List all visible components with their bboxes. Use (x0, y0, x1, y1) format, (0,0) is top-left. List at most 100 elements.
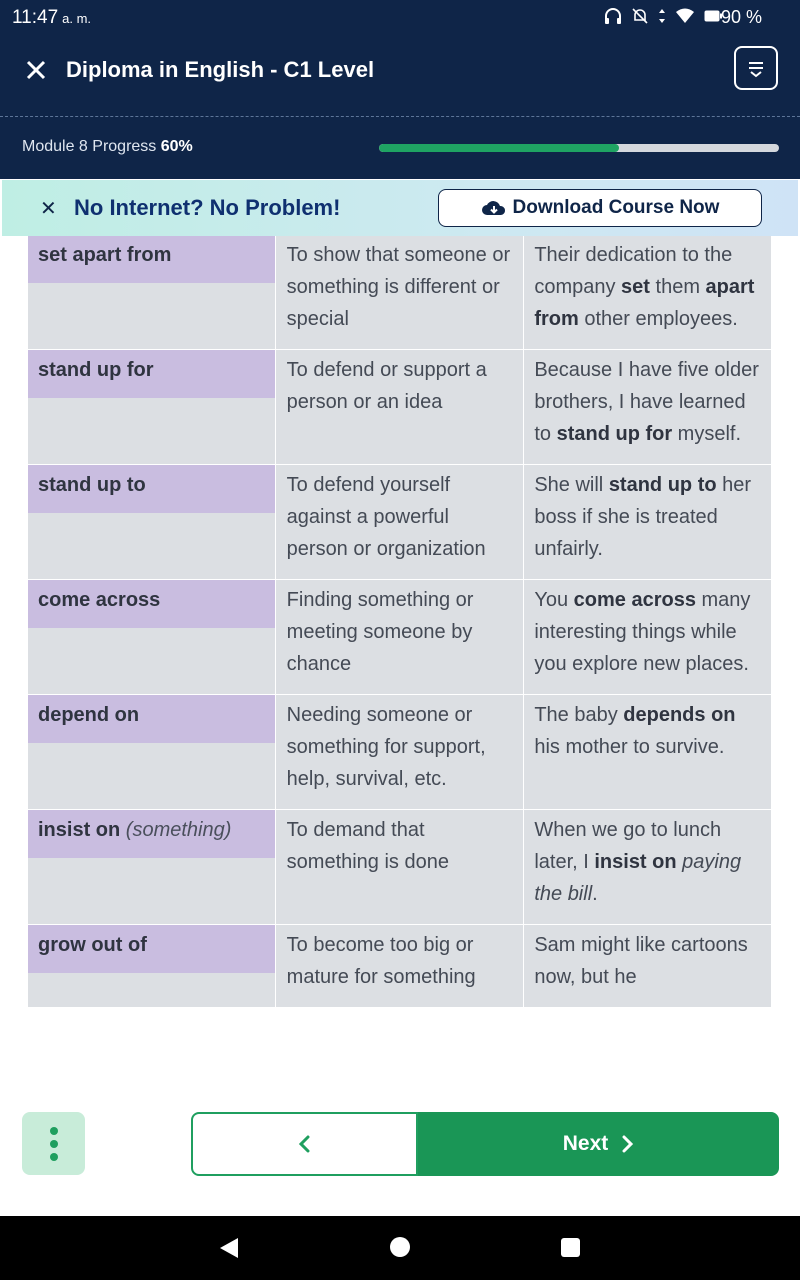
banner-close-icon[interactable]: ✕ (40, 196, 57, 221)
phrase-cell: set apart from (27, 236, 276, 350)
table-body: set apart from To show that someone or so… (27, 236, 772, 1008)
example-text: You (534, 589, 574, 611)
more-dot (49, 1152, 58, 1161)
example-cell: Because I have five older brothers, I ha… (523, 349, 772, 465)
table-row: stand up for To defend or support a perso… (27, 349, 772, 465)
notifications-off-icon (632, 8, 648, 24)
example-highlight: set (621, 276, 650, 298)
progress-value: 60% (160, 138, 193, 155)
phrase-cell: come across (27, 579, 276, 695)
meaning-cell: To demand that something is done (274, 809, 525, 925)
example-text: other employees. (578, 308, 738, 330)
module-progress-fill (379, 144, 619, 152)
example-cell: The baby depends on his mother to surviv… (523, 694, 772, 810)
phrasal-verbs-table: set apart from To show that someone or so… (27, 236, 772, 1008)
page-title: Diploma in English - C1 Level (66, 57, 375, 82)
phrase-term-text: come across (38, 589, 161, 611)
example-text: them (649, 276, 706, 298)
download-course-button[interactable]: Download Course Now (438, 189, 762, 227)
phrase-term: stand up to (28, 465, 275, 513)
offline-banner: ✕ No Internet? No Problem! Download Cour… (2, 180, 798, 236)
wifi-icon (676, 8, 694, 23)
module-progress-label: Module 8 Progress 60% (22, 138, 193, 156)
module-progress-bar (379, 144, 779, 152)
progress-label-text: Module 8 Progress (22, 138, 157, 155)
phrase-cell: depend on (27, 694, 276, 810)
course-menu-button[interactable] (734, 46, 778, 90)
chevron-right-icon (622, 1135, 634, 1153)
clock-ampm: a. m. (62, 11, 92, 26)
phrase-cell: stand up to (27, 464, 276, 580)
table-row: depend on Needing someone or something fo… (27, 694, 772, 810)
table-row: set apart from To show that someone or so… (27, 236, 772, 350)
meaning-cell: To become too big or mature for somethin… (274, 924, 525, 1008)
home-icon[interactable] (390, 1237, 410, 1257)
meaning-cell: Needing someone or something for support… (274, 694, 525, 810)
course-header: Diploma in English - C1 Level Module 8 P… (0, 34, 800, 179)
header-divider (0, 116, 800, 117)
more-dot (49, 1139, 58, 1148)
example-text: his mother to survive. (534, 736, 725, 758)
meaning-cell: Finding something or meeting someone by … (274, 579, 525, 695)
example-cell: Their dedication to the company set them… (523, 236, 772, 350)
phrase-term: come across (28, 580, 275, 628)
previous-button[interactable] (191, 1112, 418, 1176)
table-row: stand up to To defend yourself against a … (27, 464, 772, 580)
status-icons (604, 7, 722, 25)
example-highlight: depends on (623, 704, 736, 726)
example-highlight: stand up to (608, 474, 717, 496)
phrase-term: insist on (something) (28, 810, 275, 858)
banner-text: No Internet? No Problem! (74, 195, 341, 220)
status-bar: 11:47 a. m. 90 % (0, 0, 800, 34)
example-text: Sam might like cartoons now, but he (534, 934, 748, 988)
more-options-button[interactable] (22, 1112, 85, 1175)
clock-time: 11:47 (12, 7, 59, 28)
lesson-content[interactable]: set apart from To show that someone or so… (0, 236, 800, 1092)
data-arrows-icon (659, 9, 665, 23)
lesson-navigation: Next (0, 1092, 800, 1216)
phrase-term: grow out of (28, 925, 275, 973)
phrase-term-text: stand up to (38, 474, 146, 496)
example-cell: You come across many interesting things … (523, 579, 772, 695)
meaning-cell: To defend or support a person or an idea (274, 349, 525, 465)
phrase-term: stand up for (28, 350, 275, 398)
phrase-term-text: stand up for (38, 359, 154, 381)
example-text: . (592, 883, 598, 905)
back-icon[interactable] (218, 1237, 240, 1259)
meaning-cell: To show that someone or something is dif… (274, 236, 525, 350)
menu-icon (749, 62, 763, 78)
system-nav-bar (0, 1216, 800, 1280)
example-cell: She will stand up to her boss if she is … (523, 464, 772, 580)
close-button[interactable] (22, 56, 50, 84)
example-highlight: stand up for (556, 423, 673, 445)
example-cell: When we go to lunch later, I insist on p… (523, 809, 772, 925)
phrase-cell: grow out of (27, 924, 276, 1008)
phrase-term-text: depend on (38, 704, 140, 726)
example-text: The baby (534, 704, 624, 726)
headphones-icon (605, 8, 621, 24)
battery-icon (704, 10, 722, 22)
close-icon (26, 60, 46, 80)
example-highlight: come across (573, 589, 696, 611)
battery-level: 90 % (720, 7, 762, 27)
table-row: insist on (something) To demand that some… (27, 809, 772, 925)
table-row: come across Finding something or meeting … (27, 579, 772, 695)
example-text: She will (534, 474, 609, 496)
more-vertical-icon (49, 1126, 58, 1135)
example-text: myself. (672, 423, 742, 445)
chevron-left-icon (298, 1135, 309, 1153)
next-button[interactable]: Next (418, 1112, 779, 1176)
status-time: 11:47 a. m. (12, 7, 91, 29)
phrase-term: depend on (28, 695, 275, 743)
phrase-term-note: (something) (125, 819, 232, 841)
example-cell: Sam might like cartoons now, but he (523, 924, 772, 1008)
recent-apps-icon[interactable] (561, 1238, 580, 1257)
phrase-cell: stand up for (27, 349, 276, 465)
example-highlight: insist on (594, 851, 677, 873)
next-button-label: Next (562, 1132, 609, 1155)
phrase-cell: insist on (something) (27, 809, 276, 925)
phrase-term-text: grow out of (38, 934, 147, 956)
download-button-label: Download Course Now (512, 197, 720, 218)
phrase-term: set apart from (28, 236, 275, 283)
phrase-term-text: insist on (38, 819, 121, 841)
